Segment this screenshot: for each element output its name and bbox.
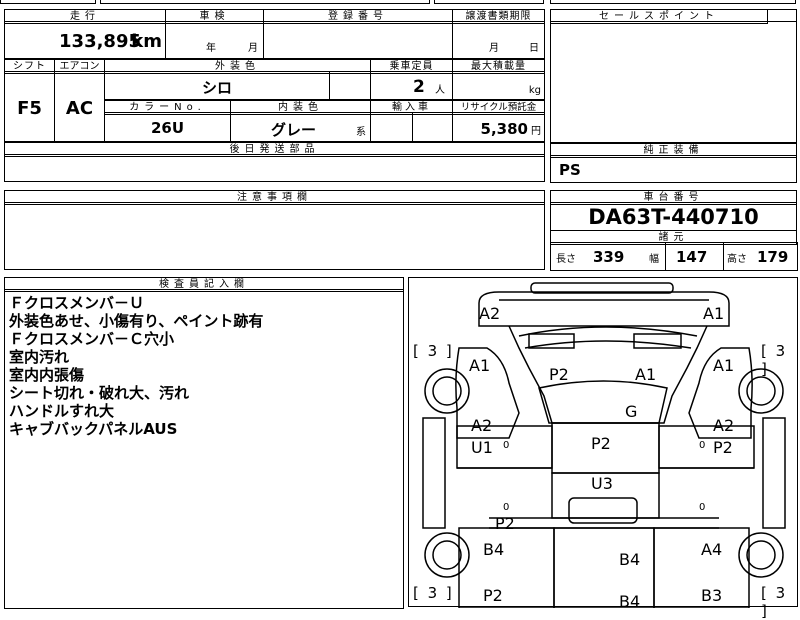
aircon-cell: AC: [54, 71, 105, 142]
inspector-note-line: シート切れ・破れ大、汚れ: [9, 384, 190, 402]
interior-color-suffix: 系: [356, 127, 366, 138]
damage-mark: A1: [713, 356, 735, 375]
top-partial-text: 固: [191, 0, 201, 2]
tire-tread-front-left: [ 3 ]: [413, 342, 454, 360]
damage-mark: A2: [713, 416, 735, 435]
mileage-cell: 133,895 km: [4, 21, 166, 59]
top-partial-cell: 固 号: [100, 0, 430, 4]
inspector-note-line: 室内内張傷: [9, 366, 85, 384]
damage-mark: U3: [591, 474, 613, 493]
damage-mark: G: [625, 402, 638, 421]
inspection-month: 月: [248, 43, 258, 54]
recycle-cell: 5,380 円: [452, 112, 545, 142]
damage-mark: A1: [703, 304, 725, 323]
inspector-note-line: 室内汚れ: [9, 348, 70, 366]
mileage-value: 133,895: [59, 31, 141, 52]
height-label: 高さ: [727, 254, 747, 265]
small-mark: 0: [699, 502, 706, 513]
height-value: 179: [757, 248, 789, 266]
vehicle-diagram: [ 3 ] [ 3 ] [ 3 ] [ 3 ] A2 A1 A1 A1 P2 A…: [408, 277, 798, 620]
max-load-cell: kg: [452, 71, 545, 100]
shift-cell: F5: [4, 71, 55, 142]
exterior-color-value: シロ: [201, 79, 232, 97]
color-no-cell: 26U: [104, 112, 231, 142]
damage-mark: B4: [483, 540, 505, 559]
inspector-notes-cell: Ｆクロスメンバ－Ｕ 外装色あせ、小傷有り、ペイント跡有 Ｆクロスメンバ－Ｃ穴小 室内汚…: [4, 289, 404, 609]
damage-mark: A1: [469, 356, 491, 375]
interior-color-cell: グレー 系: [230, 112, 371, 142]
chassis-no-value: DA63T-440710: [588, 205, 759, 229]
inspector-note-line: ハンドルすれ大: [9, 402, 115, 420]
damage-mark: A2: [479, 304, 501, 323]
specs-divider: [665, 242, 666, 271]
registration-cell: [263, 21, 453, 59]
capacity-cell: 2 人: [370, 71, 453, 100]
transfer-day: 日: [529, 43, 539, 54]
mileage-unit: km: [131, 31, 162, 52]
aircon-value: AC: [65, 98, 94, 119]
damage-mark: A4: [701, 540, 723, 559]
specs-cell: 長さ 339 幅 147 高さ 179: [550, 242, 798, 271]
shift-value: F5: [17, 98, 42, 119]
exterior-color-cell: シロ: [104, 71, 330, 100]
width-value: 147: [676, 248, 708, 266]
capacity-unit: 人: [435, 85, 445, 96]
color-no-value: 26U: [150, 119, 185, 137]
genuine-equipment-cell: PS: [550, 155, 797, 183]
inspector-note-line: キャブバックパネルAUS: [9, 420, 178, 438]
small-mark: 0: [699, 440, 706, 451]
top-partial-cell: [0, 0, 96, 4]
recycle-unit: 円: [531, 126, 541, 137]
exterior-color-extra-cell: [329, 71, 371, 100]
damage-mark: A1: [635, 365, 657, 384]
capacity-value: 2: [413, 77, 425, 97]
later-parts-cell: [4, 154, 545, 182]
inspector-notes-list: Ｆクロスメンバ－Ｕ 外装色あせ、小傷有り、ペイント跡有 Ｆクロスメンバ－Ｃ穴小 室内汚…: [9, 294, 263, 438]
recycle-value: 5,380: [480, 120, 528, 138]
notes-cell: [4, 202, 545, 270]
damage-mark: B3: [701, 586, 723, 605]
transfer-month: 月: [489, 43, 499, 54]
tire-tread-front-right: [ 3 ]: [761, 342, 788, 378]
small-mark: 0: [503, 502, 510, 513]
damage-mark: B4: [619, 592, 641, 611]
import-cell-right: [412, 112, 453, 142]
inspection-year: 年: [206, 43, 216, 54]
interior-color-value: グレー: [271, 121, 317, 139]
tire-tread-rear-right: [ 3 ]: [761, 584, 788, 620]
max-load-unit: kg: [528, 85, 541, 96]
specs-divider: [723, 243, 724, 270]
damage-mark: P2: [591, 434, 611, 453]
length-label: 長さ: [556, 254, 576, 265]
damage-mark: P2: [549, 365, 569, 384]
sales-point-cell: [550, 21, 797, 143]
damage-mark: P2: [483, 586, 503, 605]
damage-mark: U1: [471, 438, 493, 457]
inspector-note-line: Ｆクロスメンバ－Ｃ穴小: [9, 330, 175, 348]
chassis-no-cell: DA63T-440710: [550, 202, 797, 231]
inspector-note-line: Ｆクロスメンバ－Ｕ: [9, 294, 145, 312]
transfer-deadline-cell: 月 日: [452, 21, 545, 59]
damage-mark: B4: [619, 550, 641, 569]
damage-mark: A2: [471, 416, 493, 435]
top-partial-cell: [434, 0, 544, 4]
small-mark: 0: [503, 440, 510, 451]
width-label: 幅: [649, 254, 659, 265]
damage-mark: P2: [713, 438, 733, 457]
import-cell-left: [370, 112, 413, 142]
inspector-note-line: 外装色あせ、小傷有り、ペイント跡有: [9, 312, 264, 330]
length-value: 339: [593, 248, 625, 266]
damage-mark: P2: [495, 514, 515, 533]
top-partial-text: 号: [341, 0, 351, 2]
tire-tread-rear-left: [ 3 ]: [413, 584, 454, 602]
inspection-cell: 年 月: [165, 21, 264, 59]
genuine-equipment-value: PS: [559, 161, 581, 179]
top-partial-cell: [550, 0, 796, 4]
